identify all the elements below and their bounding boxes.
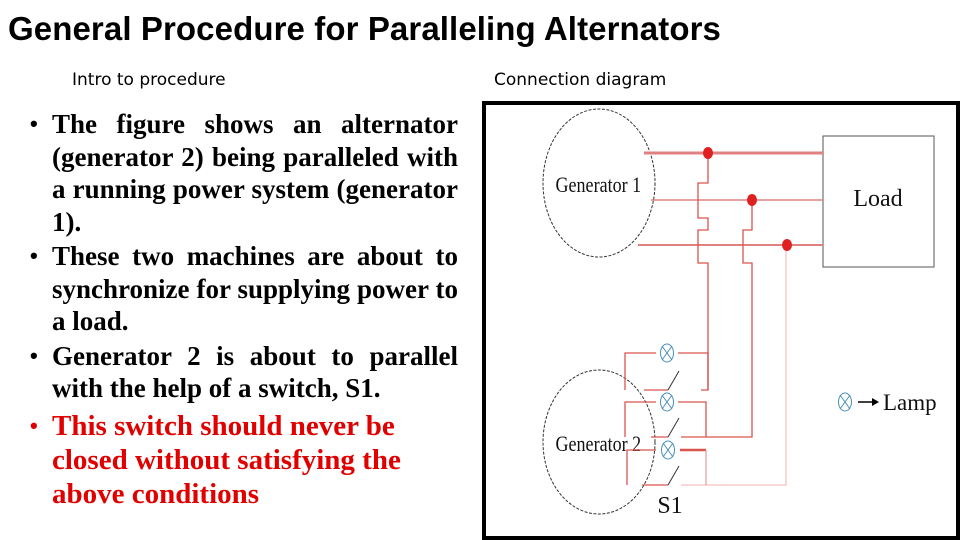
junctions xyxy=(703,147,792,251)
bullet-list: • The figure shows an alternator (generat… xyxy=(30,108,458,513)
diagram-svg: Generator 1 Load Generator 2 S1 Lamp xyxy=(542,108,937,519)
generator2-label: Generator 2 xyxy=(556,432,642,456)
junction-dot xyxy=(782,239,792,251)
junction-dot xyxy=(747,194,757,206)
slide-title: General Procedure for Paralleling Altern… xyxy=(8,10,722,47)
lamp-icon xyxy=(660,392,674,412)
bullet-item: • Generator 2 is about to parallel with t… xyxy=(30,340,458,405)
bullet-item: • The figure shows an alternator (generat… xyxy=(30,108,458,238)
switch-icon xyxy=(667,465,680,486)
bullet-icon: • xyxy=(30,243,38,268)
gen2-wires xyxy=(624,352,709,486)
generator1-label: Generator 1 xyxy=(556,173,642,197)
connection-diagram: Generator 1 Load Generator 2 S1 Lamp xyxy=(482,101,960,540)
lamps xyxy=(660,343,675,460)
legend-lamp-label: Lamp xyxy=(883,390,937,415)
drop-wire-a xyxy=(697,153,709,391)
warning-bullet-item: • This switch should never be closed with… xyxy=(30,409,458,511)
arrow-head-icon xyxy=(872,398,879,406)
switches xyxy=(667,370,680,486)
bullet-icon: • xyxy=(30,342,38,368)
intro-heading: Intro to procedure xyxy=(72,70,226,90)
bus-wires xyxy=(638,151,823,246)
warning-bullet-text: This switch should never be closed witho… xyxy=(52,409,401,510)
lamp-legend: Lamp xyxy=(838,390,937,415)
bullet-icon: • xyxy=(30,412,38,438)
switch-icon xyxy=(667,370,680,391)
junction-dot xyxy=(703,147,713,159)
switch-label: S1 xyxy=(657,493,682,519)
bullet-text: These two machines are about to synchron… xyxy=(52,241,458,336)
drop-wires xyxy=(681,153,753,438)
bullet-item: • These two machines are about to synchro… xyxy=(30,240,458,338)
switch-icon xyxy=(667,417,680,438)
bullet-text: The figure shows an alternator (generato… xyxy=(52,109,458,237)
lamp-icon xyxy=(661,440,675,460)
bullet-icon: • xyxy=(30,111,38,136)
lamp-icon xyxy=(660,343,674,363)
diagram-heading: Connection diagram xyxy=(494,70,667,90)
bullet-text: Generator 2 is about to parallel with th… xyxy=(52,340,458,404)
load-label: Load xyxy=(853,186,902,212)
legend-lamp-icon xyxy=(838,392,852,412)
